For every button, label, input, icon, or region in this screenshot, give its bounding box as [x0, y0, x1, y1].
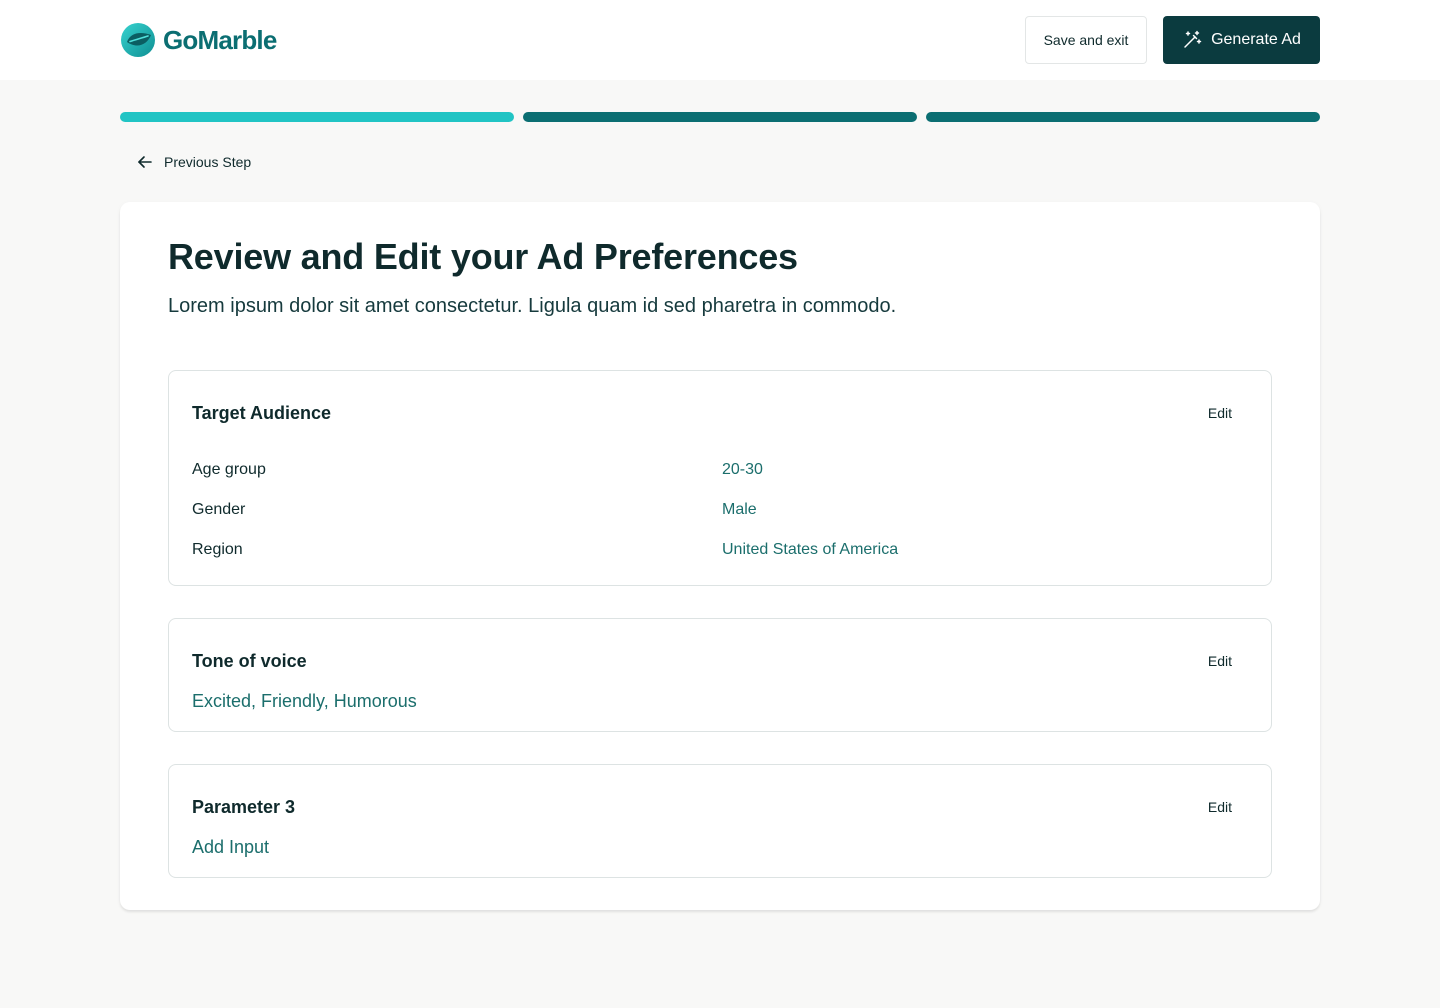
preferences-card: Review and Edit your Ad Preferences Lore… — [120, 202, 1320, 910]
save-and-exit-button[interactable]: Save and exit — [1025, 16, 1147, 64]
page-title: Review and Edit your Ad Preferences — [168, 236, 798, 277]
logo-text: GoMarble — [163, 24, 277, 55]
section-title: Tone of voice — [192, 651, 307, 671]
region-label: Region — [192, 541, 243, 558]
edit-parameter-3-button[interactable]: Edit — [1208, 799, 1232, 815]
gender-value: Male — [722, 501, 757, 518]
app-logo[interactable]: GoMarble — [120, 22, 277, 58]
tone-of-voice-value: Excited, Friendly, Humorous — [192, 691, 417, 711]
previous-step-label: Previous Step — [164, 154, 252, 170]
leaf-logo-icon — [121, 23, 155, 57]
progress-step-2 — [523, 112, 917, 122]
step-progress — [120, 112, 1320, 122]
generate-ad-label: Generate Ad — [1211, 31, 1301, 48]
section-tone-of-voice: Tone of voice Edit Excited, Friendly, Hu… — [168, 618, 1272, 732]
previous-step-link[interactable]: Previous Step — [136, 151, 251, 173]
progress-step-1 — [120, 112, 514, 122]
page-subtitle: Lorem ipsum dolor sit amet consectetur. … — [168, 295, 897, 317]
magic-wand-icon — [1184, 30, 1202, 48]
section-target-audience: Target Audience Edit Age group 20-30 Gen… — [168, 370, 1272, 586]
edit-target-audience-button[interactable]: Edit — [1208, 405, 1232, 421]
age-group-value: 20-30 — [722, 461, 763, 478]
arrow-left-icon — [138, 156, 152, 168]
edit-tone-of-voice-button[interactable]: Edit — [1208, 653, 1232, 669]
generate-ad-button[interactable]: Generate Ad — [1163, 16, 1320, 64]
gender-label: Gender — [192, 501, 246, 518]
region-value: United States of America — [722, 541, 899, 558]
section-parameter-3: Parameter 3 Edit Add Input — [168, 764, 1272, 878]
section-title: Target Audience — [192, 403, 332, 423]
parameter-3-add-input[interactable]: Add Input — [192, 837, 269, 858]
top-bar: GoMarble Save and exit Generate Ad — [0, 0, 1440, 80]
section-title: Parameter 3 — [192, 797, 296, 817]
progress-step-3 — [926, 112, 1320, 122]
age-group-label: Age group — [192, 461, 266, 478]
